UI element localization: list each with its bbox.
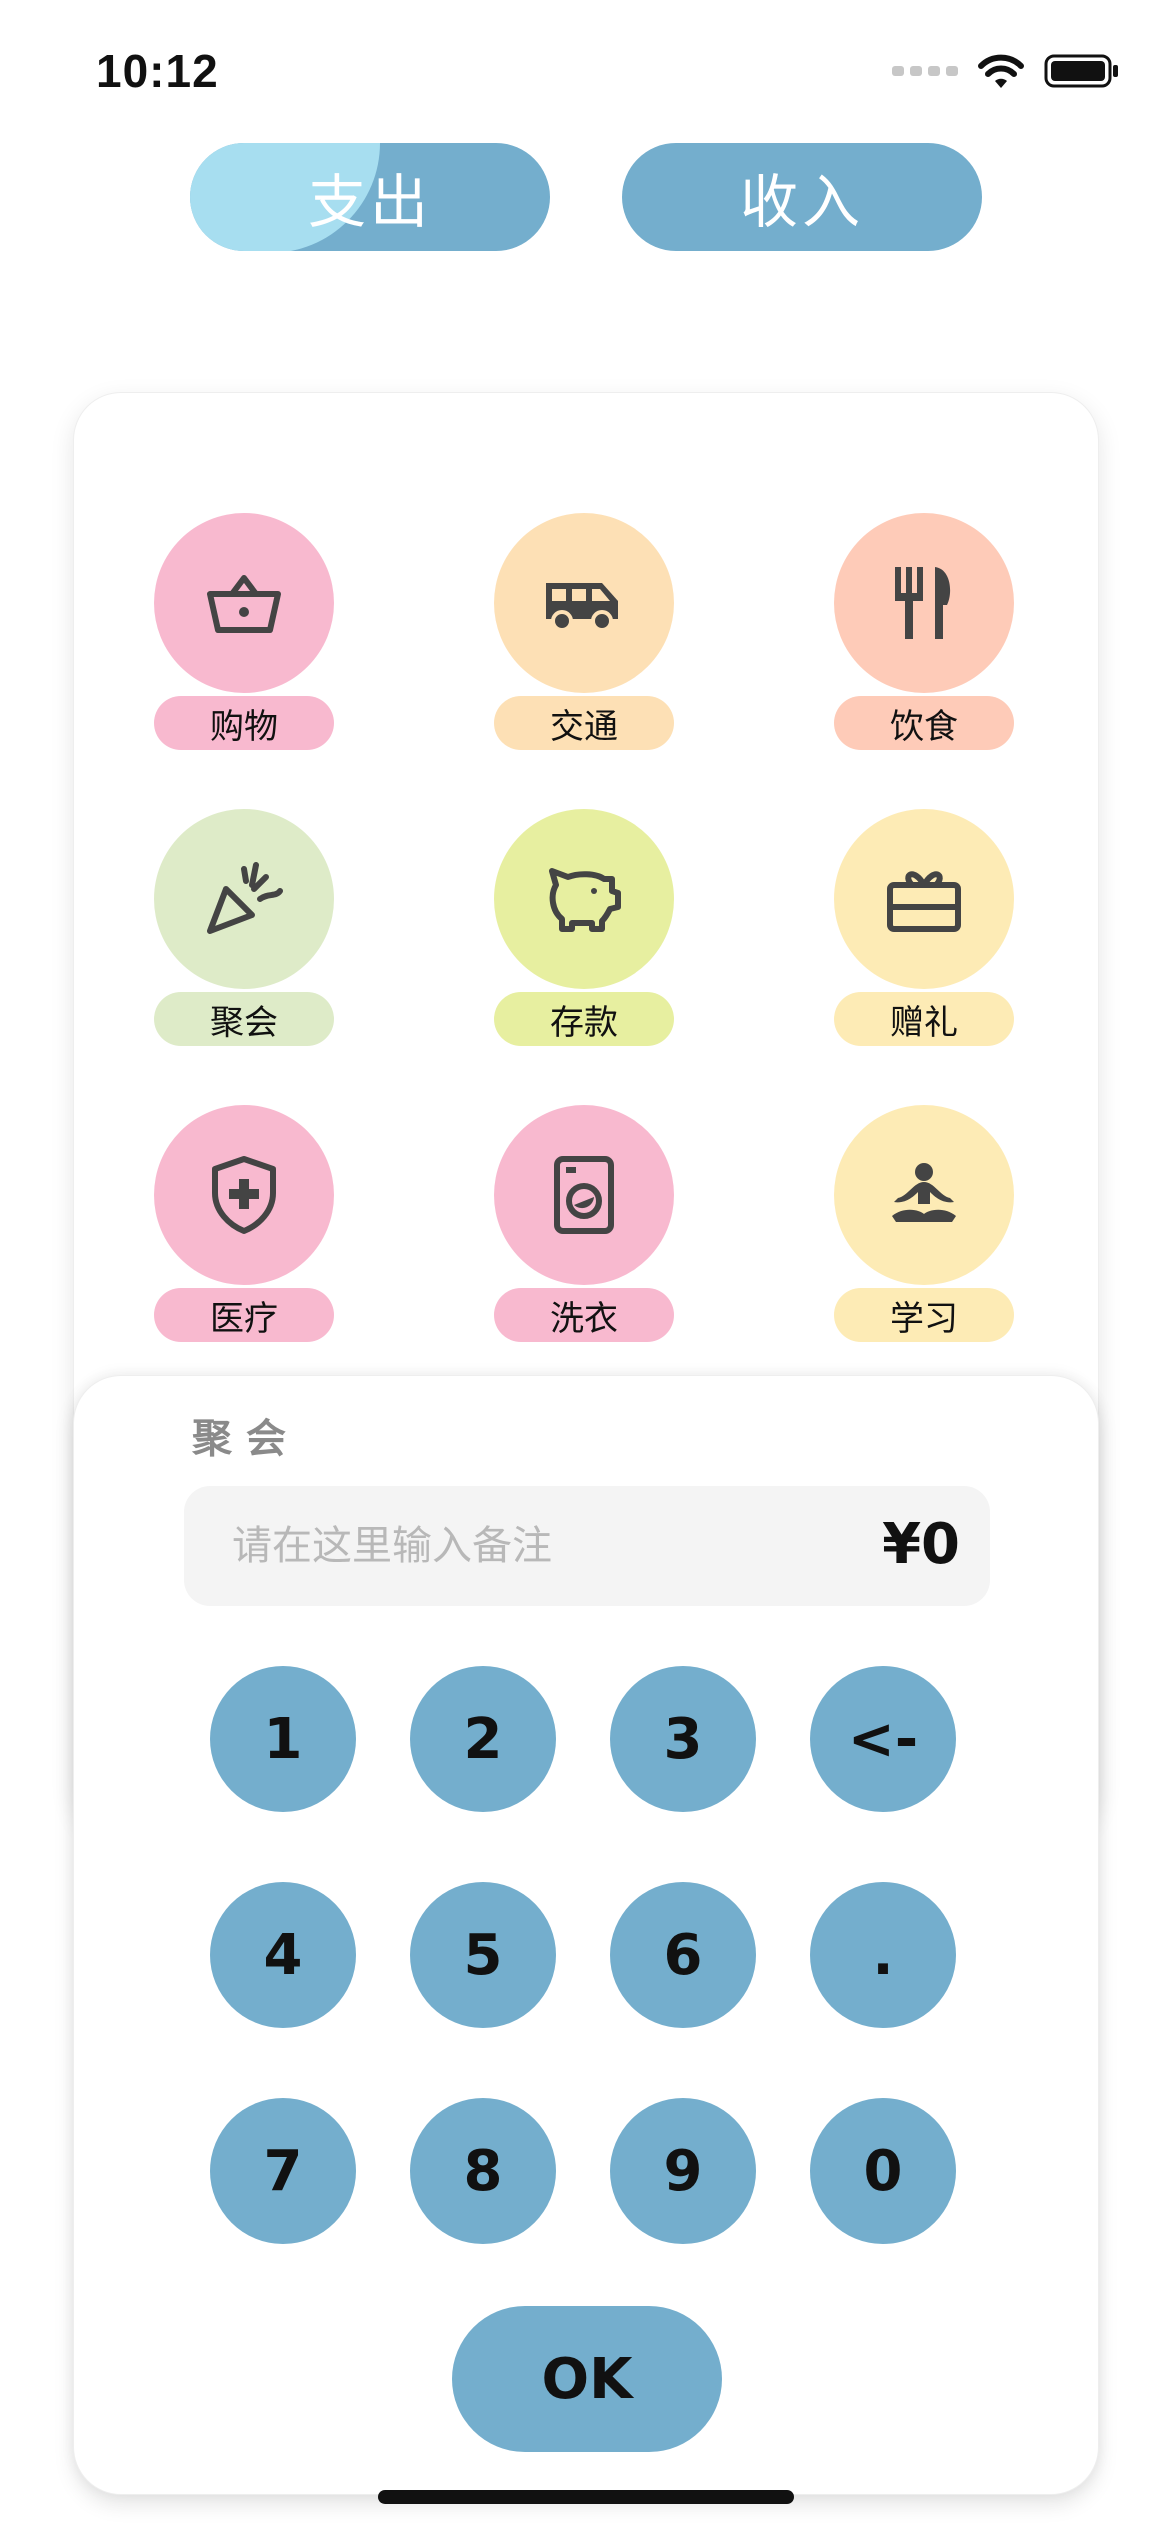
- category-label: 聚会: [154, 992, 334, 1046]
- battery-icon: [1044, 54, 1118, 88]
- expense-tab[interactable]: 支出: [190, 143, 550, 251]
- category-food[interactable]: 饮食: [834, 513, 1014, 753]
- fork-knife-icon: [895, 567, 951, 639]
- basket-icon: [207, 575, 281, 633]
- shield-cross-icon: [212, 1156, 276, 1234]
- cellular-signal-icon: [892, 66, 958, 76]
- category-shopping[interactable]: 购物: [154, 513, 334, 753]
- note-input[interactable]: [232, 1516, 772, 1576]
- key-9[interactable]: 9: [610, 2098, 756, 2244]
- category-savings[interactable]: 存款: [494, 809, 674, 1049]
- category-laundry-circle: [494, 1105, 674, 1285]
- key-2[interactable]: 2: [410, 1666, 556, 1812]
- note-field[interactable]: ¥0: [184, 1486, 990, 1606]
- category-food-circle: [834, 513, 1014, 693]
- category-savings-circle: [494, 809, 674, 989]
- ok-button[interactable]: OK: [452, 2306, 722, 2452]
- category-party[interactable]: 聚会: [154, 809, 334, 1049]
- meditation-icon: [892, 1163, 956, 1222]
- category-medical[interactable]: 医疗: [154, 1105, 334, 1345]
- key-6[interactable]: 6: [610, 1882, 756, 2028]
- category-gift[interactable]: 赠礼: [834, 809, 1014, 1049]
- key-1[interactable]: 1: [210, 1666, 356, 1812]
- home-indicator[interactable]: [378, 2490, 794, 2504]
- wifi-icon: [978, 54, 1024, 88]
- category-study[interactable]: 学习: [834, 1105, 1014, 1345]
- backspace-key[interactable]: <-: [810, 1666, 956, 1812]
- piggy-bank-icon: [549, 868, 621, 932]
- category-medical-circle: [154, 1105, 334, 1285]
- category-party-circle: [154, 809, 334, 989]
- income-tab[interactable]: 收入: [622, 143, 982, 251]
- category-label: 学习: [834, 1288, 1014, 1342]
- category-transport[interactable]: 交通: [494, 513, 674, 753]
- key-7[interactable]: 7: [210, 2098, 356, 2244]
- status-time: 10:12: [96, 45, 219, 97]
- category-label: 医疗: [154, 1288, 334, 1342]
- category-gift-circle: [834, 809, 1014, 989]
- gift-icon: [887, 871, 961, 932]
- category-label: 洗衣: [494, 1288, 674, 1342]
- key-4[interactable]: 4: [210, 1882, 356, 2028]
- category-label: 购物: [154, 696, 334, 750]
- category-label: 饮食: [834, 696, 1014, 750]
- category-label: 赠礼: [834, 992, 1014, 1046]
- amount-entry-sheet: 聚会 ¥0 1 2 3 <- 4 5 6 . 7 8 9 0 OK: [73, 1375, 1099, 2495]
- category-label: 交通: [494, 696, 674, 750]
- category-shopping-circle: [154, 513, 334, 693]
- selected-category-title: 聚会: [192, 1416, 300, 1462]
- category-label: 存款: [494, 992, 674, 1046]
- key-3[interactable]: 3: [610, 1666, 756, 1812]
- key-8[interactable]: 8: [410, 2098, 556, 2244]
- washing-machine-icon: [554, 1156, 614, 1234]
- status-indicators: [892, 52, 1120, 90]
- decimal-key[interactable]: .: [810, 1882, 956, 2028]
- amount-display: ¥0: [882, 1512, 960, 1577]
- van-icon: [546, 583, 618, 632]
- income-tab-label: 收入: [739, 168, 864, 236]
- party-popper-icon: [207, 862, 283, 934]
- key-5[interactable]: 5: [410, 1882, 556, 2028]
- category-study-circle: [834, 1105, 1014, 1285]
- category-transport-circle: [494, 513, 674, 693]
- category-laundry[interactable]: 洗衣: [494, 1105, 674, 1345]
- key-0[interactable]: 0: [810, 2098, 956, 2244]
- expense-tab-label: 支出: [307, 168, 432, 236]
